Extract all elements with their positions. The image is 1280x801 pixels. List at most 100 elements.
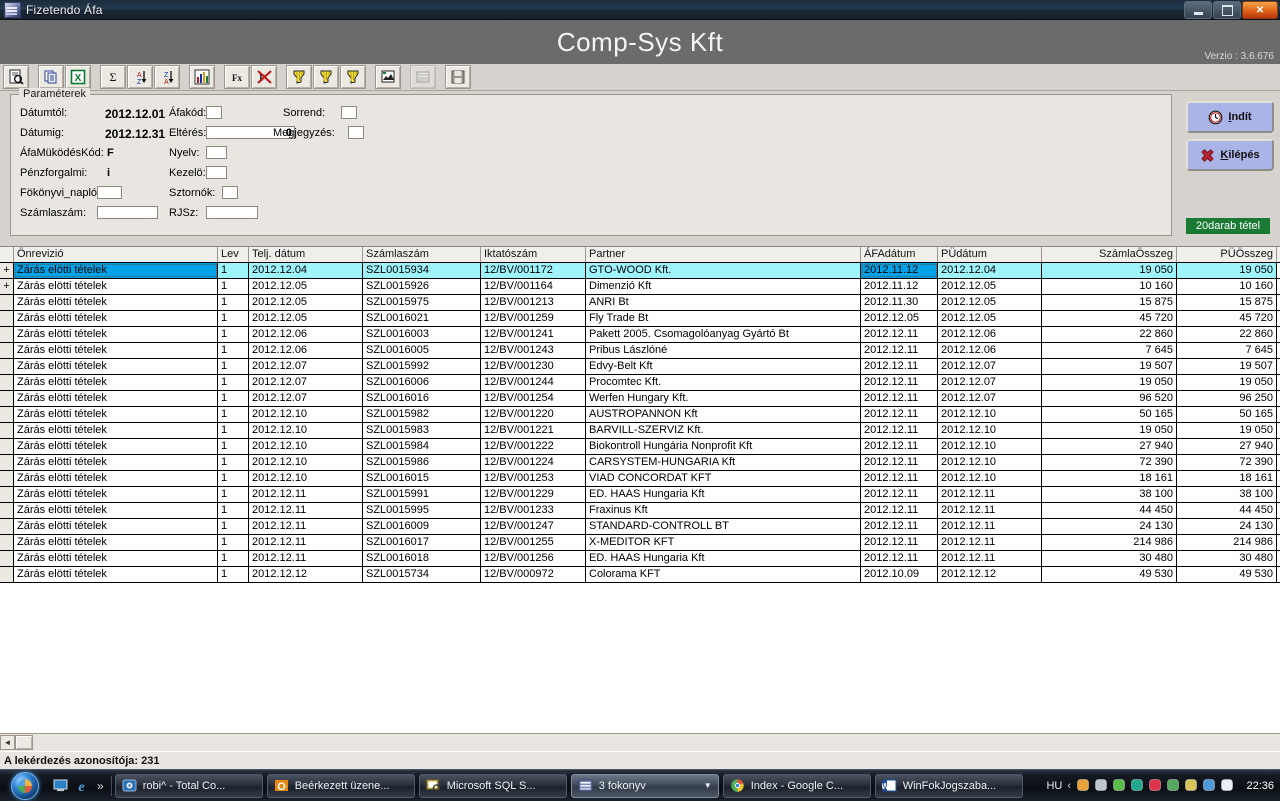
sorrend-field[interactable]	[341, 106, 357, 119]
cell-pudatum[interactable]: 2012.12.07	[938, 359, 1042, 374]
table-row[interactable]: Zárás elötti tételek 1 2012.12.11 SZL001599…	[0, 487, 1280, 503]
cell-pudatum[interactable]: 2012.12.11	[938, 487, 1042, 502]
cell-partner[interactable]: Pakett 2005. Csomagolóanyag Gyártó Bt	[586, 327, 861, 342]
cell-afadatum[interactable]: 2012.12.11	[861, 423, 938, 438]
cell-telj[interactable]: 2012.12.11	[249, 487, 363, 502]
cell-onrevizio[interactable]: Zárás elötti tételek	[14, 391, 218, 406]
cell-partner[interactable]: VIAD CONCORDAT KFT	[586, 471, 861, 486]
sort-descending-icon[interactable]: ZA	[154, 65, 180, 89]
taskbar-item-fokonyv[interactable]: 3 fokonyv ▼	[570, 773, 719, 798]
cell-afadatum[interactable]: 2012.11.30	[861, 295, 938, 310]
table-row[interactable]: Zárás elötti tételek 1 2012.12.05 SZL001602…	[0, 311, 1280, 327]
cell-szamlaszam[interactable]: SZL0015984	[363, 439, 481, 454]
cell-puosszeg[interactable]: 19 507	[1177, 359, 1277, 374]
cell-telj[interactable]: 2012.12.06	[249, 343, 363, 358]
cell-pudatum[interactable]: 2012.12.11	[938, 519, 1042, 534]
row-expander-icon[interactable]: +	[0, 263, 14, 278]
cell-lev[interactable]: 1	[218, 519, 249, 534]
cell-lev[interactable]: 1	[218, 343, 249, 358]
cell-puosszeg[interactable]: 19 050	[1177, 423, 1277, 438]
cell-telj[interactable]: 2012.12.06	[249, 327, 363, 342]
cell-pudatum[interactable]: 2012.12.05	[938, 279, 1042, 294]
cell-onrevizio[interactable]: Zárás elötti tételek	[14, 407, 218, 422]
cell-telj[interactable]: 2012.12.05	[249, 279, 363, 294]
cell-szamlaszam[interactable]: SZL0016003	[363, 327, 481, 342]
cell-iktatoszam[interactable]: 12/BV/001229	[481, 487, 586, 502]
cell-onrevizio[interactable]: Zárás elötti tételek	[14, 343, 218, 358]
cell-afadatum[interactable]: 2012.12.11	[861, 535, 938, 550]
cell-szamlaosszeg[interactable]: 27 940	[1042, 439, 1177, 454]
fokonyvi-naplo-field[interactable]	[97, 186, 122, 199]
taskbar-item-chrome[interactable]: Index - Google C...	[722, 773, 871, 798]
cell-puosszeg[interactable]: 27 940	[1177, 439, 1277, 454]
cell-onrevizio[interactable]: Zárás elötti tételek	[14, 471, 218, 486]
sum-icon[interactable]: Σ	[100, 65, 126, 89]
cell-afadatum[interactable]: 2012.12.11	[861, 375, 938, 390]
cell-iktatoszam[interactable]: 12/BV/001247	[481, 519, 586, 534]
cell-telj[interactable]: 2012.12.05	[249, 295, 363, 310]
copy-icon[interactable]	[38, 65, 64, 89]
cell-puosszeg[interactable]: 10 160	[1177, 279, 1277, 294]
cell-onrevizio[interactable]: Zárás elötti tételek	[14, 327, 218, 342]
cell-iktatoszam[interactable]: 12/BV/001241	[481, 327, 586, 342]
kezelo-field[interactable]	[206, 166, 227, 179]
cell-puosszeg[interactable]: 19 050	[1177, 375, 1277, 390]
cell-szamlaszam[interactable]: SZL0015995	[363, 503, 481, 518]
cell-szamlaszam[interactable]: SZL0015734	[363, 567, 481, 582]
cell-szamlaosszeg[interactable]: 96 520	[1042, 391, 1177, 406]
chart-icon[interactable]	[189, 65, 215, 89]
table-row[interactable]: Zárás elötti tételek 1 2012.12.10 SZL001598…	[0, 407, 1280, 423]
cell-iktatoszam[interactable]: 12/BV/001220	[481, 407, 586, 422]
cell-szamlaosszeg[interactable]: 38 100	[1042, 487, 1177, 502]
cell-pudatum[interactable]: 2012.12.10	[938, 471, 1042, 486]
table-row[interactable]: Zárás elötti tételek 1 2012.12.06 SZL001600…	[0, 327, 1280, 343]
cell-puosszeg[interactable]: 15 875	[1177, 295, 1277, 310]
cell-telj[interactable]: 2012.12.10	[249, 455, 363, 470]
table-row[interactable]: Zárás elötti tételek 1 2012.12.07 SZL001600…	[0, 375, 1280, 391]
cell-onrevizio[interactable]: Zárás elötti tételek	[14, 487, 218, 502]
cell-pudatum[interactable]: 2012.12.05	[938, 295, 1042, 310]
function-icon[interactable]: Fx	[224, 65, 250, 89]
cell-lev[interactable]: 1	[218, 375, 249, 390]
cell-puosszeg[interactable]: 7 645	[1177, 343, 1277, 358]
table-row[interactable]: Zárás elötti tételek 1 2012.12.07 SZL001599…	[0, 359, 1280, 375]
cell-szamlaszam[interactable]: SZL0015926	[363, 279, 481, 294]
cell-puosszeg[interactable]: 49 530	[1177, 567, 1277, 582]
cell-onrevizio[interactable]: Zárás elötti tételek	[14, 519, 218, 534]
cell-lev[interactable]: 1	[218, 391, 249, 406]
cell-afadatum[interactable]: 2012.12.11	[861, 503, 938, 518]
megjegyzes-field[interactable]	[348, 126, 364, 139]
cell-puosszeg[interactable]: 18 161	[1177, 471, 1277, 486]
taskbar-item-word[interactable]: W WinFokJogszaba...	[874, 773, 1023, 798]
clear-filter-icon[interactable]: F	[251, 65, 277, 89]
cell-partner[interactable]: Colorama KFT	[586, 567, 861, 582]
cell-telj[interactable]: 2012.12.10	[249, 439, 363, 454]
cell-lev[interactable]: 1	[218, 535, 249, 550]
cell-iktatoszam[interactable]: 12/BV/001254	[481, 391, 586, 406]
table-row[interactable]: Zárás elötti tételek 1 2012.12.10 SZL001598…	[0, 439, 1280, 455]
cell-onrevizio[interactable]: Zárás elötti tételek	[14, 295, 218, 310]
tray-red-icon[interactable]	[1148, 778, 1163, 793]
cell-onrevizio[interactable]: Zárás elötti tételek	[14, 279, 218, 294]
cell-telj[interactable]: 2012.12.11	[249, 535, 363, 550]
cell-puosszeg[interactable]: 96 250	[1177, 391, 1277, 406]
grid-header-partner[interactable]: Partner	[586, 247, 861, 262]
horizontal-scrollbar[interactable]: ◄	[0, 733, 1280, 751]
cell-telj[interactable]: 2012.12.11	[249, 503, 363, 518]
table-row[interactable]: Zárás elötti tételek 1 2012.12.10 SZL001601…	[0, 471, 1280, 487]
cell-szamlaszam[interactable]: SZL0015992	[363, 359, 481, 374]
nyelv-field[interactable]	[206, 146, 227, 159]
cell-partner[interactable]: GTO-WOOD Kft.	[586, 263, 861, 278]
cell-puosszeg[interactable]: 50 165	[1177, 407, 1277, 422]
cell-lev[interactable]: 1	[218, 471, 249, 486]
cell-iktatoszam[interactable]: 12/BV/001172	[481, 263, 586, 278]
cell-telj[interactable]: 2012.12.07	[249, 375, 363, 390]
cell-iktatoszam[interactable]: 12/BV/001256	[481, 551, 586, 566]
cell-pudatum[interactable]: 2012.12.11	[938, 535, 1042, 550]
show-desktop-icon[interactable]	[52, 777, 69, 794]
grid-header-onrevizio[interactable]: Önrevizió	[14, 247, 218, 262]
cell-afadatum[interactable]: 2012.12.11	[861, 343, 938, 358]
cell-szamlaszam[interactable]: SZL0015975	[363, 295, 481, 310]
scroll-thumb[interactable]	[15, 735, 33, 750]
table-row[interactable]: Zárás elötti tételek 1 2012.12.11 SZL001601…	[0, 551, 1280, 567]
